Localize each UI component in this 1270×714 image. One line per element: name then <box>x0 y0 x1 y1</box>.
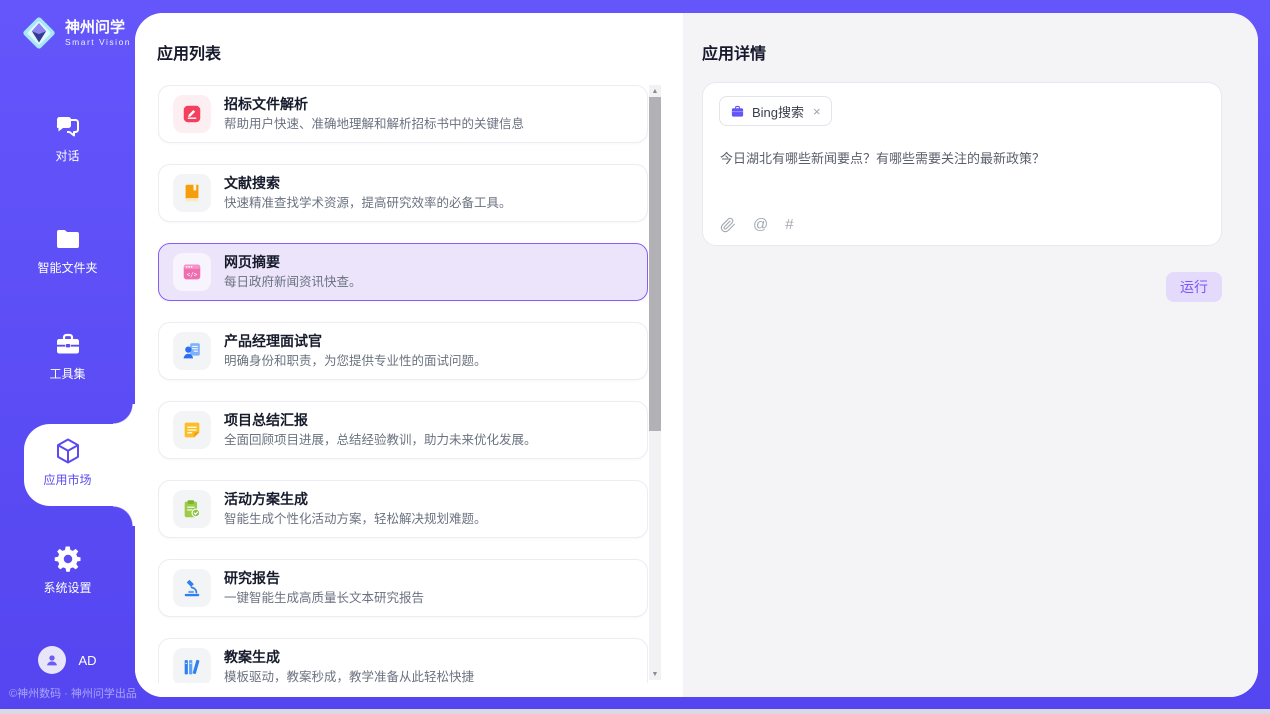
active-nav-notch-top <box>113 404 135 424</box>
prompt-text[interactable]: 今日湖北有哪些新闻要点？有哪些需要关注的最新政策？ <box>720 149 1205 168</box>
app-list-item[interactable]: 项目总结汇报 全面回顾项目进展，总结经验教训，助力未来优化发展。 <box>158 401 648 459</box>
app-item-title: 文献搜索 <box>224 174 512 192</box>
doc-edit-icon <box>181 103 203 125</box>
sidebar-item-chat[interactable]: 对话 <box>0 112 135 164</box>
active-nav-notch-bottom <box>113 506 135 526</box>
paperclip-icon[interactable] <box>720 217 736 233</box>
logo-title: 神州问学 <box>65 19 131 36</box>
app-list-item[interactable]: 研究报告 一键智能生成高质量长文本研究报告 <box>158 559 648 617</box>
sidebar-item-smart-folder[interactable]: 智能文件夹 <box>0 224 135 276</box>
app-list-item[interactable]: 文献搜索 快速精准查找学术资源，提高研究效率的必备工具。 <box>158 164 648 222</box>
app-item-description: 模板驱动，教案秒成，教学准备从此轻松快捷 <box>224 669 474 683</box>
app-item-description: 全面回顾项目进展，总结经验教训，助力未来优化发展。 <box>224 432 537 449</box>
bottom-edge-strip <box>0 709 1270 714</box>
scroll-down-icon[interactable]: ▼ <box>649 668 661 680</box>
app-item-title: 教案生成 <box>224 648 474 666</box>
chat-icon <box>53 112 83 142</box>
app-detail-title: 应用详情 <box>702 40 766 64</box>
at-icon[interactable]: @ <box>753 216 768 233</box>
app-item-description: 智能生成个性化活动方案，轻松解决规划难题。 <box>224 511 487 528</box>
app-logo: 神州问学 Smart Vision <box>20 14 131 52</box>
app-item-description: 每日政府新闻资讯快查。 <box>224 274 362 291</box>
app-list-item[interactable]: 教案生成 模板驱动，教案秒成，教学准备从此轻松快捷 <box>158 638 648 683</box>
logo-subtitle: Smart Vision <box>65 37 131 47</box>
content-area: 应用列表 招标文件解析 帮助用户快速、准确地理解和解析招标书中的关键信息 文献搜… <box>135 13 1258 697</box>
logo-diamond-icon <box>20 14 58 52</box>
app-list-item[interactable]: 招标文件解析 帮助用户快速、准确地理解和解析招标书中的关键信息 <box>158 85 648 143</box>
toolbox-icon <box>53 330 83 360</box>
close-icon[interactable]: × <box>813 104 821 119</box>
hash-icon[interactable]: # <box>785 216 793 233</box>
prompt-card[interactable]: Bing搜索 × 今日湖北有哪些新闻要点？有哪些需要关注的最新政策？ @# <box>702 82 1222 246</box>
app-item-title: 项目总结汇报 <box>224 411 537 429</box>
user-label: AD <box>78 653 96 668</box>
sidebar-item-settings[interactable]: 系统设置 <box>0 544 135 596</box>
app-list-panel: 应用列表 招标文件解析 帮助用户快速、准确地理解和解析招标书中的关键信息 文献搜… <box>135 13 683 697</box>
app-list-scrollbar[interactable]: ▲ ▼ <box>649 85 661 680</box>
books-icon <box>181 656 203 678</box>
user-account[interactable]: AD <box>0 646 135 674</box>
sidebar-item-app-market[interactable]: 应用市场 <box>0 436 135 488</box>
app-item-description: 快速精准查找学术资源，提高研究效率的必备工具。 <box>224 195 512 212</box>
browser-code-icon: </> <box>181 261 203 283</box>
clipboard-icon <box>181 498 203 520</box>
app-item-description: 帮助用户快速、准确地理解和解析招标书中的关键信息 <box>224 116 524 133</box>
app-item-title: 招标文件解析 <box>224 95 524 113</box>
avatar <box>38 646 66 674</box>
tool-chip-bing-search[interactable]: Bing搜索 × <box>719 96 832 126</box>
interviewer-icon <box>181 340 203 362</box>
app-list-title: 应用列表 <box>157 40 221 64</box>
composer-icons: @# <box>720 216 794 233</box>
run-button[interactable]: 运行 <box>1166 272 1222 302</box>
app-list-item[interactable]: 产品经理面试官 明确身份和职责，为您提供专业性的面试问题。 <box>158 322 648 380</box>
app-item-title: 产品经理面试官 <box>224 332 487 350</box>
app-item-description: 一键智能生成高质量长文本研究报告 <box>224 590 424 607</box>
folder-icon <box>53 224 83 254</box>
app-item-description: 明确身份和职责，为您提供专业性的面试问题。 <box>224 353 487 370</box>
app-item-title: 研究报告 <box>224 569 424 587</box>
note-icon <box>181 419 203 441</box>
briefcase-icon <box>730 104 745 119</box>
sidebar: 神州问学 Smart Vision 对话 智能文件夹 工具集 应用市场 系统设置… <box>0 0 135 714</box>
sidebar-item-toolset[interactable]: 工具集 <box>0 330 135 382</box>
app-detail-panel: 应用详情 Bing搜索 × 今日湖北有哪些新闻要点？有哪些需要关注的最新政策？ … <box>683 13 1258 697</box>
app-window: 应用列表 招标文件解析 帮助用户快速、准确地理解和解析招标书中的关键信息 文献搜… <box>0 0 1270 714</box>
scrollbar-thumb[interactable] <box>649 97 661 431</box>
app-item-title: 网页摘要 <box>224 253 362 271</box>
cube-icon <box>53 436 83 466</box>
microscope-icon <box>181 577 203 599</box>
app-item-title: 活动方案生成 <box>224 490 487 508</box>
svg-text:</>: </> <box>187 271 198 278</box>
sidebar-footer: ©神州数码 · 神州问学出品 <box>9 685 137 701</box>
scroll-up-icon[interactable]: ▲ <box>649 85 661 97</box>
app-list: 招标文件解析 帮助用户快速、准确地理解和解析招标书中的关键信息 文献搜索 快速精… <box>158 85 648 683</box>
app-list-item[interactable]: </> 网页摘要 每日政府新闻资讯快查。 <box>158 243 648 301</box>
tool-chip-label: Bing搜索 <box>752 102 804 121</box>
app-list-item[interactable]: 活动方案生成 智能生成个性化活动方案，轻松解决规划难题。 <box>158 480 648 538</box>
gear-icon <box>53 544 83 574</box>
book-icon <box>181 182 203 204</box>
